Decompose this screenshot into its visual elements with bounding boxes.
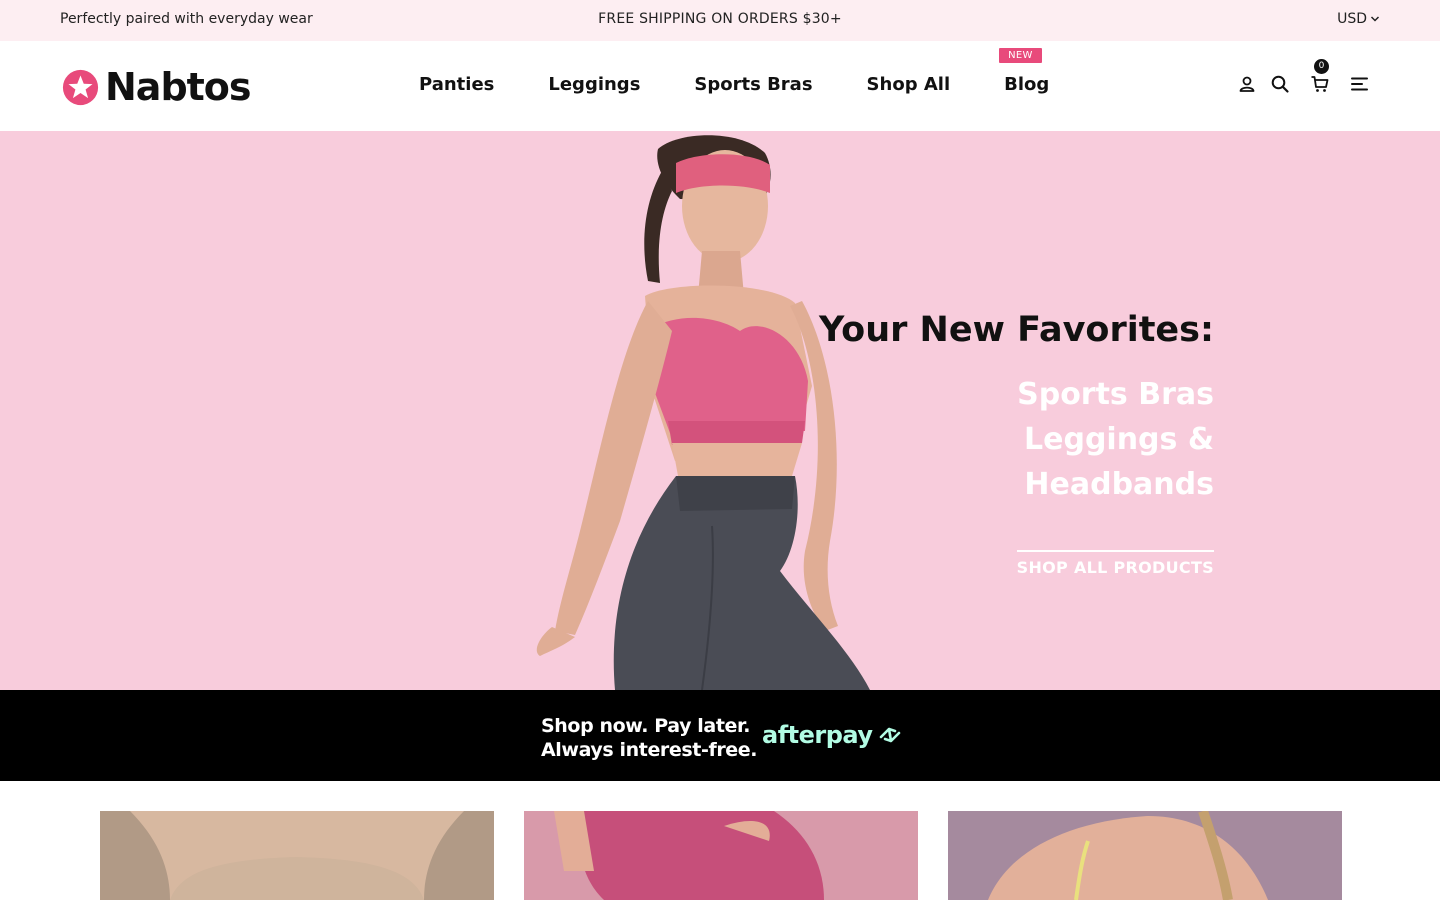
hero-banner: Your New Favorites: Sports Bras Leggings…	[0, 131, 1440, 690]
nav-shop-all[interactable]: Shop All	[867, 74, 951, 95]
cart-icon	[1311, 76, 1329, 92]
afterpay-logo: afterpay	[762, 721, 905, 749]
afterpay-line1: Shop now. Pay later.	[541, 715, 751, 737]
hero-line-sports-bras: Sports Bras	[1017, 377, 1214, 412]
nav-blog[interactable]: Blog NEW	[999, 48, 1050, 95]
cart-count-badge: 0	[1314, 59, 1329, 74]
search-button[interactable]	[1270, 74, 1290, 94]
site-header: Nabtos Panties Leggings Sports Bras Shop…	[0, 41, 1440, 131]
menu-button[interactable]	[1350, 74, 1370, 94]
header-icons: 0	[1237, 59, 1370, 94]
category-card-leggings[interactable]	[524, 811, 918, 900]
announcement-bar: Perfectly paired with everyday wear FREE…	[0, 0, 1440, 41]
shipping-notice: FREE SHIPPING ON ORDERS $30+	[598, 11, 842, 27]
shop-all-products-link[interactable]: SHOP ALL PRODUCTS	[1016, 550, 1214, 577]
panties-image	[100, 811, 494, 900]
hero-model-image	[536, 135, 870, 690]
hero-line-leggings: Leggings &	[1024, 422, 1214, 457]
search-icon	[1271, 75, 1289, 93]
leggings-image	[524, 811, 918, 900]
afterpay-arrows-icon	[879, 727, 900, 743]
menu-icon	[1351, 77, 1368, 91]
hero-copy: Your New Favorites: Sports Bras Leggings…	[819, 309, 1214, 577]
nav-sports-bras[interactable]: Sports Bras	[694, 74, 812, 95]
nav-panties[interactable]: Panties	[419, 74, 494, 95]
main-nav: Panties Leggings Sports Bras Shop All Bl…	[419, 48, 1050, 95]
currency-label: USD	[1337, 11, 1367, 27]
sports-bras-image	[948, 811, 1342, 900]
currency-selector[interactable]: USD	[1337, 11, 1380, 27]
account-button[interactable]	[1237, 74, 1257, 94]
cart-button[interactable]: 0	[1310, 59, 1330, 94]
nav-blog-label: Blog	[1004, 74, 1050, 95]
afterpay-banner[interactable]: Shop now. Pay later. Always interest-fre…	[0, 690, 1440, 781]
new-badge: NEW	[999, 48, 1042, 63]
category-card-sports-bras[interactable]	[948, 811, 1342, 900]
hero-line-headbands: Headbands	[1024, 467, 1214, 502]
logo-text: Nabtos	[105, 65, 252, 109]
category-card-panties[interactable]	[100, 811, 494, 900]
nav-leggings[interactable]: Leggings	[548, 74, 640, 95]
logo[interactable]: Nabtos	[62, 65, 252, 109]
category-cards	[100, 811, 1342, 900]
hero-title: Your New Favorites:	[819, 310, 1214, 350]
user-icon	[1239, 76, 1255, 92]
afterpay-message: Shop now. Pay later. Always interest-fre…	[541, 714, 757, 762]
chevron-down-icon	[1370, 16, 1380, 22]
hero-category-list: Sports Bras Leggings & Headbands	[819, 372, 1214, 507]
afterpay-line2: Always interest-free.	[541, 739, 758, 761]
afterpay-wordmark: afterpay	[762, 721, 873, 749]
logo-star-icon	[62, 69, 99, 105]
